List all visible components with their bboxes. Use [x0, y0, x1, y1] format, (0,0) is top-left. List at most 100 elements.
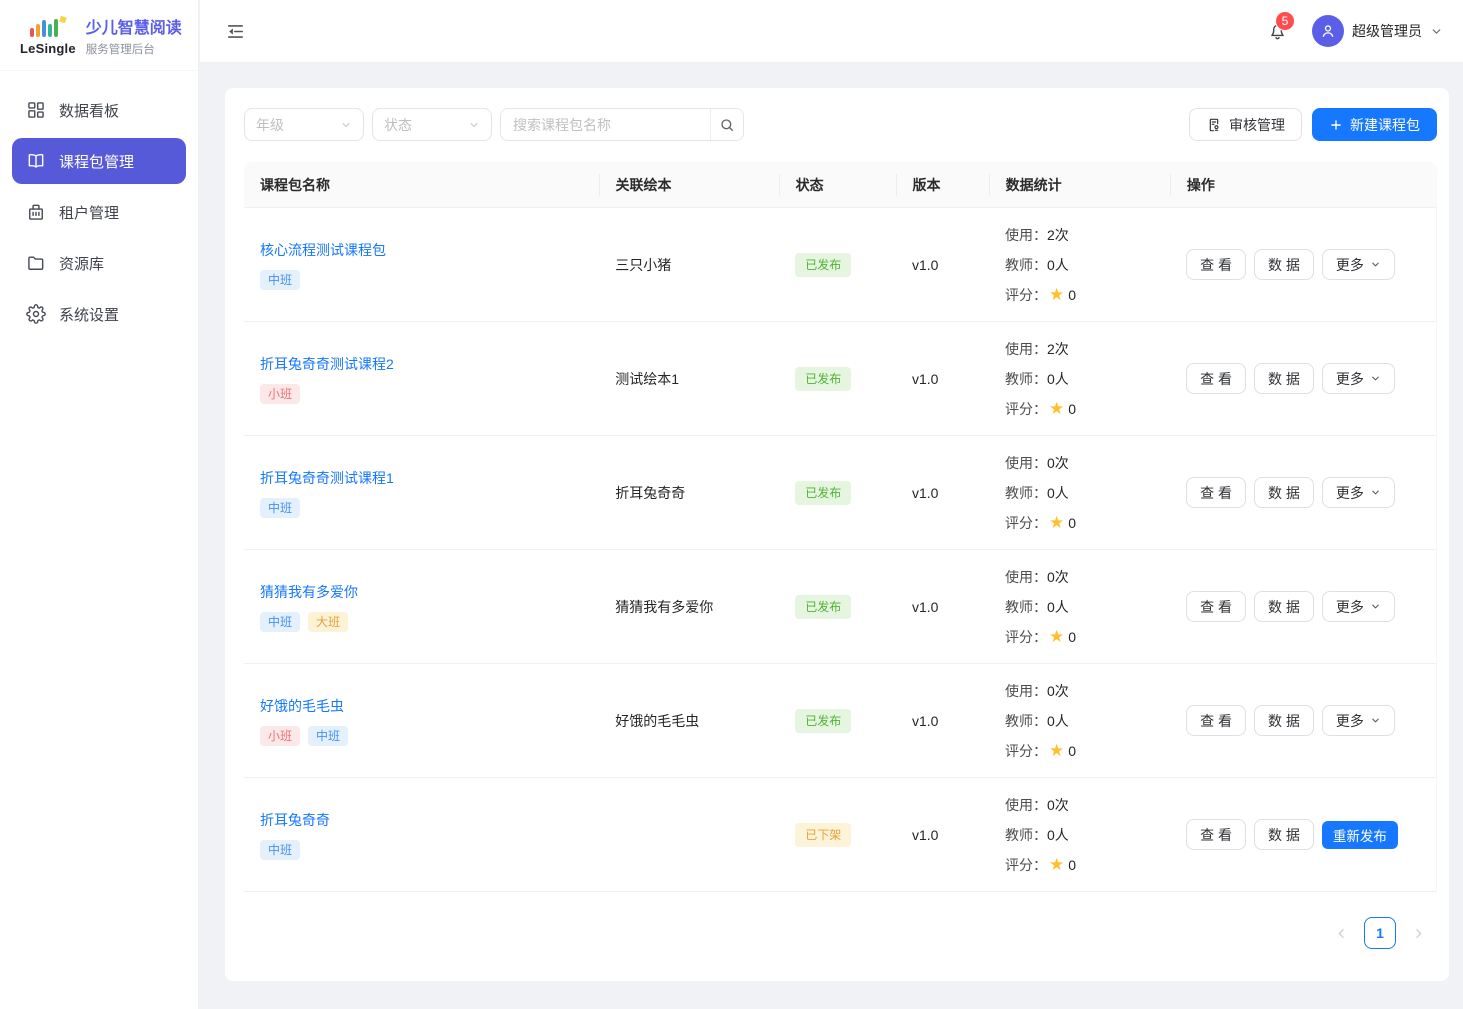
- sidebar-item-tenant[interactable]: 租户管理: [12, 189, 186, 235]
- usage-stat: 使用：2次: [1005, 220, 1170, 250]
- chevron-down-icon: [1370, 373, 1381, 384]
- grade-tags: 中班大班: [260, 612, 348, 632]
- more-button[interactable]: 更多: [1322, 591, 1395, 622]
- table-row: 好饿的毛毛虫 小班中班 好饿的毛毛虫 已发布 v1.0 使用：0次 教师：0人 …: [244, 664, 1436, 778]
- book-name: 好饿的毛毛虫: [599, 711, 779, 731]
- review-manage-button[interactable]: 审核管理: [1189, 108, 1302, 141]
- status-select[interactable]: 状态: [372, 108, 492, 141]
- republish-button[interactable]: 重新发布: [1322, 821, 1398, 849]
- grade-tag: 中班: [260, 612, 300, 632]
- menu-fold-icon[interactable]: [226, 22, 245, 41]
- view-button[interactable]: 查 看: [1186, 819, 1246, 850]
- chevron-down-icon[interactable]: [1430, 25, 1443, 38]
- status-badge: 已发布: [795, 709, 851, 733]
- view-button[interactable]: 查 看: [1186, 591, 1246, 622]
- teacher-stat: 教师：0人: [1005, 820, 1170, 850]
- teacher-stat: 教师：0人: [1005, 478, 1170, 508]
- table-row: 折耳兔奇奇 中班 已下架 v1.0 使用：0次 教师：0人 评分： ★ 0 查 …: [244, 778, 1436, 892]
- search-input[interactable]: [501, 109, 710, 140]
- filter-bar: 年级 状态: [244, 108, 1437, 141]
- page-1-button[interactable]: 1: [1364, 917, 1396, 949]
- pagination: 1: [244, 917, 1437, 949]
- rating-stat: 评分： ★ 0: [1005, 280, 1170, 310]
- chevron-down-icon: [468, 119, 480, 131]
- teacher-stat: 教师：0人: [1005, 592, 1170, 622]
- rating-stat: 评分： ★ 0: [1005, 850, 1170, 880]
- app-subtitle: 服务管理后台: [86, 41, 182, 57]
- sidebar-item-course-package[interactable]: 课程包管理: [12, 138, 186, 184]
- version-text: v1.0: [896, 827, 989, 843]
- user-name[interactable]: 超级管理员: [1352, 21, 1422, 41]
- grade-tags: 中班: [260, 498, 300, 518]
- sidebar-item-resource[interactable]: 资源库: [12, 240, 186, 286]
- view-button[interactable]: 查 看: [1186, 249, 1246, 280]
- more-button[interactable]: 更多: [1322, 363, 1395, 394]
- prev-page-button[interactable]: [1335, 927, 1348, 940]
- view-button[interactable]: 查 看: [1186, 363, 1246, 394]
- data-button[interactable]: 数 据: [1254, 591, 1314, 622]
- table-row: 折耳兔奇奇测试课程2 小班 测试绘本1 已发布 v1.0 使用：2次 教师：0人…: [244, 322, 1436, 436]
- grade-tag: 大班: [308, 612, 348, 632]
- more-button[interactable]: 更多: [1322, 477, 1395, 508]
- grade-tag: 中班: [308, 726, 348, 746]
- table-row: 折耳兔奇奇测试课程1 中班 折耳兔奇奇 已发布 v1.0 使用：0次 教师：0人…: [244, 436, 1436, 550]
- column-header-actions: 操作: [1171, 175, 1437, 195]
- search-button[interactable]: [710, 109, 743, 140]
- data-button[interactable]: 数 据: [1254, 819, 1314, 850]
- status-badge: 已下架: [795, 823, 851, 847]
- version-text: v1.0: [896, 599, 989, 615]
- sidebar-item-settings[interactable]: 系统设置: [12, 291, 186, 337]
- more-button[interactable]: 更多: [1322, 249, 1395, 280]
- version-text: v1.0: [896, 713, 989, 729]
- grade-select-placeholder: 年级: [256, 115, 284, 135]
- rating-stat: 评分： ★ 0: [1005, 622, 1170, 652]
- notification-bell-icon[interactable]: 5: [1267, 21, 1288, 42]
- star-icon: ★: [1049, 286, 1064, 303]
- building-icon: [26, 202, 46, 222]
- column-header-version: 版本: [897, 175, 990, 195]
- sidebar: LeSingle 少儿智慧阅读 服务管理后台 数据看板课程包管理租户管理资源库系…: [0, 0, 199, 1009]
- star-icon: ★: [1049, 856, 1064, 873]
- view-button[interactable]: 查 看: [1186, 477, 1246, 508]
- grade-select[interactable]: 年级: [244, 108, 364, 141]
- chevron-down-icon: [1370, 259, 1381, 270]
- status-badge: 已发布: [795, 595, 851, 619]
- package-name-link[interactable]: 折耳兔奇奇测试课程1: [260, 468, 394, 488]
- grade-tags: 小班中班: [260, 726, 348, 746]
- package-name-link[interactable]: 核心流程测试课程包: [260, 240, 386, 260]
- grade-tags: 中班: [260, 270, 300, 290]
- next-page-button[interactable]: [1412, 927, 1425, 940]
- logo: LeSingle 少儿智慧阅读 服务管理后台: [0, 0, 198, 71]
- usage-stat: 使用：0次: [1005, 448, 1170, 478]
- status-badge: 已发布: [795, 253, 851, 277]
- column-header-stats: 数据统计: [990, 175, 1171, 195]
- star-icon: ★: [1049, 628, 1064, 645]
- data-button[interactable]: 数 据: [1254, 477, 1314, 508]
- package-name-link[interactable]: 猜猜我有多爱你: [260, 582, 358, 602]
- usage-stat: 使用：2次: [1005, 334, 1170, 364]
- rating-stat: 评分： ★ 0: [1005, 508, 1170, 538]
- teacher-stat: 教师：0人: [1005, 250, 1170, 280]
- data-button[interactable]: 数 据: [1254, 705, 1314, 736]
- package-name-link[interactable]: 好饿的毛毛虫: [260, 696, 344, 716]
- create-package-button[interactable]: 新建课程包: [1312, 108, 1437, 141]
- audit-icon: [1206, 117, 1222, 133]
- package-name-link[interactable]: 折耳兔奇奇测试课程2: [260, 354, 394, 374]
- view-button[interactable]: 查 看: [1186, 705, 1246, 736]
- grade-tag: 中班: [260, 270, 300, 290]
- column-header-status: 状态: [780, 175, 897, 195]
- star-icon: ★: [1049, 400, 1064, 417]
- data-button[interactable]: 数 据: [1254, 249, 1314, 280]
- chevron-down-icon: [340, 119, 352, 131]
- package-name-link[interactable]: 折耳兔奇奇: [260, 810, 330, 830]
- sidebar-item-dashboard[interactable]: 数据看板: [12, 87, 186, 133]
- avatar[interactable]: [1312, 15, 1344, 47]
- grade-tag: 中班: [260, 840, 300, 860]
- star-icon: ★: [1049, 742, 1064, 759]
- data-button[interactable]: 数 据: [1254, 363, 1314, 394]
- notification-badge: 5: [1276, 12, 1294, 30]
- more-button[interactable]: 更多: [1322, 705, 1395, 736]
- plus-icon: [1329, 118, 1343, 132]
- version-text: v1.0: [896, 485, 989, 501]
- logo-brand-text: LeSingle: [20, 42, 76, 55]
